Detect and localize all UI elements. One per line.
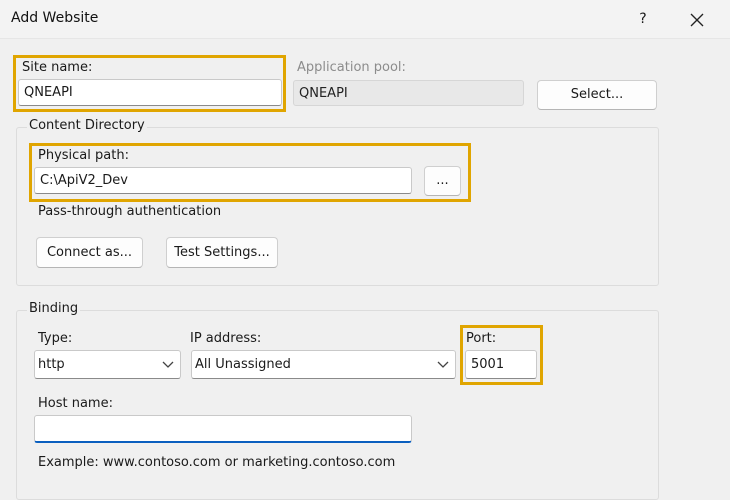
site-name-label: Site name: (22, 60, 93, 75)
type-selected-value: http (38, 357, 65, 372)
host-name-label: Host name: (38, 396, 113, 411)
port-input[interactable]: 5001 (465, 350, 537, 379)
ip-address-selected-value: All Unassigned (195, 357, 291, 372)
physical-path-label: Physical path: (38, 148, 129, 163)
application-pool-label: Application pool: (297, 60, 406, 75)
chevron-down-icon (437, 360, 449, 370)
test-settings-button[interactable]: Test Settings... (166, 237, 278, 268)
ip-address-label: IP address: (190, 331, 262, 346)
content-directory-title: Content Directory (27, 118, 147, 133)
pass-through-auth-label: Pass-through authentication (38, 204, 222, 219)
site-name-input[interactable]: QNEAPI (18, 79, 282, 106)
title-bar: Add Website ? (0, 0, 730, 39)
application-pool-field: QNEAPI (293, 80, 524, 106)
chevron-down-icon (162, 360, 174, 370)
binding-title: Binding (27, 301, 81, 316)
window-title: Add Website (11, 10, 99, 26)
help-button[interactable]: ? (632, 8, 654, 30)
port-label: Port: (466, 331, 497, 346)
browse-path-button[interactable]: ... (424, 166, 461, 196)
type-select[interactable]: http (34, 350, 181, 379)
physical-path-input[interactable]: C:\ApiV2_Dev (34, 167, 412, 194)
host-name-input[interactable] (34, 415, 412, 443)
type-label: Type: (38, 331, 73, 346)
connect-as-button[interactable]: Connect as... (36, 237, 143, 268)
ip-address-select[interactable]: All Unassigned (191, 350, 456, 379)
select-pool-button[interactable]: Select... (537, 80, 657, 110)
host-name-example: Example: www.contoso.com or marketing.co… (38, 455, 396, 470)
close-icon[interactable] (686, 9, 708, 31)
